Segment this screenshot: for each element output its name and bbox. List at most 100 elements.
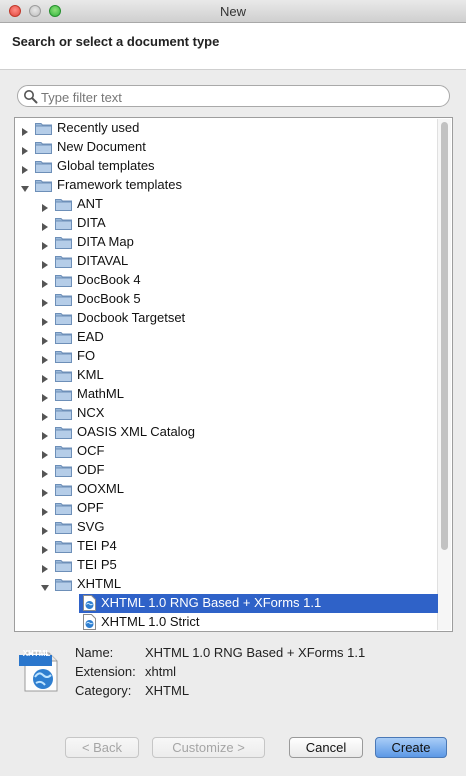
tree-item-label: OOXML (77, 481, 124, 496)
tree-item-label: XHTML 1.0 RNG Based + XForms 1.1 (101, 595, 322, 610)
tree-item-label: XHTML 1.0 Strict (101, 614, 200, 629)
filter-field[interactable] (17, 85, 450, 107)
chevron-right-icon[interactable] (41, 447, 49, 459)
create-button[interactable]: Create (375, 737, 447, 758)
back-button[interactable]: < Back (65, 737, 139, 758)
dialog-header: Search or select a document type (0, 23, 466, 70)
tree-folder-item[interactable]: MathML (15, 385, 438, 404)
tree-item-label: OCF (77, 443, 105, 458)
tree-item-label: ANT (77, 196, 103, 211)
xhtml-file-icon (81, 595, 97, 611)
tree-folder-item[interactable]: EAD (15, 328, 438, 347)
tree-scrollbar-thumb[interactable] (441, 122, 448, 550)
folder-icon (35, 140, 52, 154)
chevron-right-icon[interactable] (21, 143, 29, 155)
tree-folder-item[interactable]: DocBook 5 (15, 290, 438, 309)
chevron-right-icon[interactable] (41, 561, 49, 573)
chevron-right-icon[interactable] (41, 314, 49, 326)
tree-folder-item[interactable]: Docbook Targetset (15, 309, 438, 328)
tree-folder-item[interactable]: DITA (15, 214, 438, 233)
folder-icon (55, 501, 72, 515)
chevron-right-icon[interactable] (41, 409, 49, 421)
tree-item-label: Recently used (57, 120, 140, 135)
tree-folder-item[interactable]: New Document (15, 138, 438, 157)
chevron-right-icon[interactable] (41, 466, 49, 478)
tree-folder-item[interactable]: Recently used (15, 119, 438, 138)
tree-item-label: XHTML (77, 576, 122, 591)
tree-folder-item[interactable]: ANT (15, 195, 438, 214)
chevron-right-icon[interactable] (41, 238, 49, 250)
tree-folder-item[interactable]: KML (15, 366, 438, 385)
name-label: Name: (75, 645, 114, 660)
tree-item-label: MathML (77, 386, 124, 401)
folder-icon (55, 482, 72, 496)
page-title: Search or select a document type (12, 34, 220, 49)
chevron-right-icon[interactable] (41, 276, 49, 288)
tree-item-label: ODF (77, 462, 105, 477)
tree-item-label: KML (77, 367, 104, 382)
tree-folder-item[interactable]: FO (15, 347, 438, 366)
folder-icon (55, 368, 72, 382)
chevron-right-icon[interactable] (21, 162, 29, 174)
tree-item-label: DITA (77, 215, 106, 230)
folder-icon (55, 577, 72, 591)
chevron-right-icon[interactable] (41, 333, 49, 345)
chevron-right-icon[interactable] (41, 371, 49, 383)
tree-item-label: New Document (57, 139, 146, 154)
folder-icon (55, 273, 72, 287)
tree-folder-item[interactable]: ODF (15, 461, 438, 480)
tree-folder-item[interactable]: OPF (15, 499, 438, 518)
tree-folder-item[interactable]: Global templates (15, 157, 438, 176)
chevron-down-icon[interactable] (21, 181, 29, 192)
tree-folder-item[interactable]: OCF (15, 442, 438, 461)
folder-icon (55, 216, 72, 230)
search-icon (24, 90, 38, 104)
folder-icon (55, 425, 72, 439)
tree-folder-item[interactable]: XHTML (15, 575, 438, 594)
customize-button[interactable]: Customize > (152, 737, 265, 758)
folder-icon (35, 178, 52, 192)
tree-folder-item[interactable]: TEI P5 (15, 556, 438, 575)
chevron-right-icon[interactable] (41, 219, 49, 231)
chevron-right-icon[interactable] (41, 428, 49, 440)
filter-input[interactable] (39, 88, 443, 106)
folder-icon (55, 235, 72, 249)
tree-folder-item[interactable]: OOXML (15, 480, 438, 499)
tree-item-label: Framework templates (57, 177, 182, 192)
tree-item-label: SVG (77, 519, 105, 534)
chevron-right-icon[interactable] (41, 352, 49, 364)
tree-scrollbar[interactable] (437, 119, 451, 630)
chevron-right-icon[interactable] (41, 485, 49, 497)
tree-folder-item[interactable]: Framework templates (15, 176, 438, 195)
tree-item-label: OASIS XML Catalog (77, 424, 196, 439)
chevron-right-icon[interactable] (41, 390, 49, 402)
tree-folder-item[interactable]: SVG (15, 518, 438, 537)
tree-item-label: DocBook 4 (77, 272, 141, 287)
tree-item-label: NCX (77, 405, 105, 420)
chevron-right-icon[interactable] (41, 295, 49, 307)
cancel-button[interactable]: Cancel (289, 737, 363, 758)
tree-folder-item[interactable]: OASIS XML Catalog (15, 423, 438, 442)
document-type-tree[interactable]: Recently used New Document Global template… (14, 117, 453, 632)
chevron-right-icon[interactable] (41, 200, 49, 212)
folder-icon (55, 520, 72, 534)
tree-item-label: Docbook Targetset (77, 310, 186, 325)
tree-folder-item[interactable]: DocBook 4 (15, 271, 438, 290)
folder-icon (35, 159, 52, 173)
chevron-right-icon[interactable] (41, 523, 49, 535)
template-item[interactable]: XHTML 1.0 Strict (15, 613, 438, 631)
tree-folder-item[interactable]: NCX (15, 404, 438, 423)
tree-folder-item[interactable]: TEI P4 (15, 537, 438, 556)
tree-item-label: FO (77, 348, 96, 363)
tree-folder-item[interactable]: DITA Map (15, 233, 438, 252)
xhtml-file-icon (81, 614, 97, 630)
template-item[interactable]: XHTML 1.0 RNG Based + XForms 1.1 (15, 594, 438, 613)
tree-folder-item[interactable]: DITAVAL (15, 252, 438, 271)
tree-item-label: EAD (77, 329, 104, 344)
chevron-right-icon[interactable] (21, 124, 29, 136)
chevron-right-icon[interactable] (41, 542, 49, 554)
chevron-right-icon[interactable] (41, 504, 49, 516)
chevron-right-icon[interactable] (41, 257, 49, 269)
folder-icon (35, 121, 52, 135)
chevron-down-icon[interactable] (41, 580, 49, 591)
